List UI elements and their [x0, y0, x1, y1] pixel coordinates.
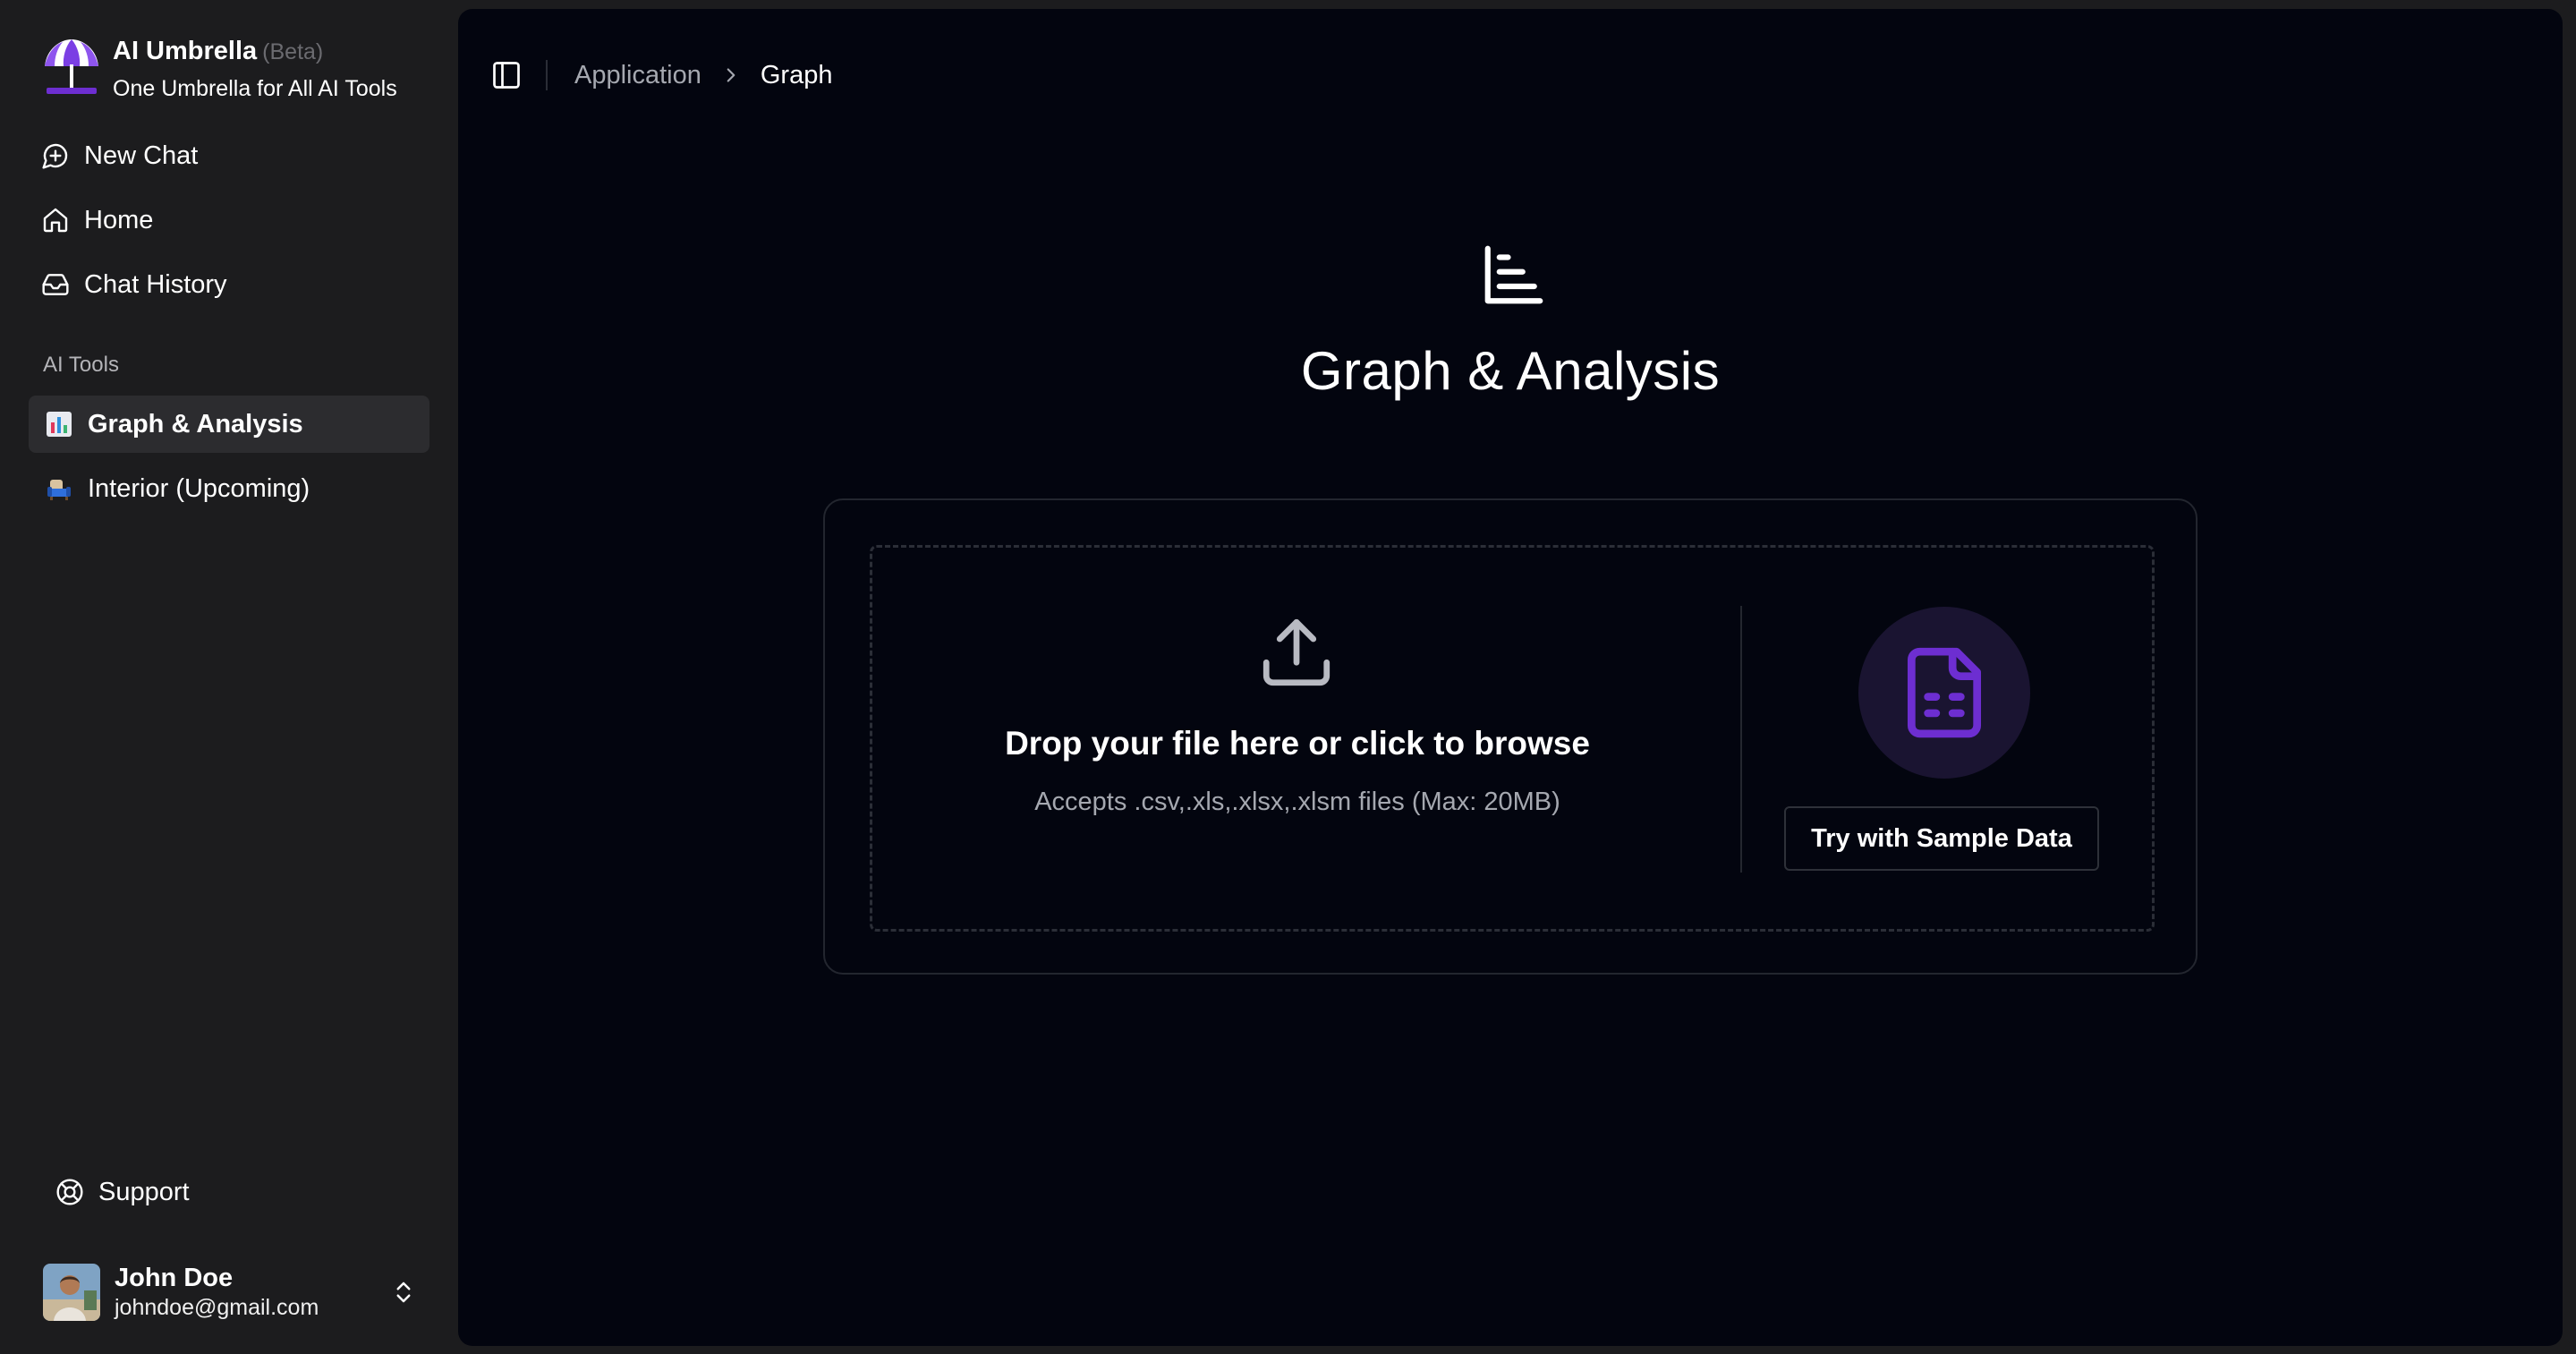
nav-item-chat-history[interactable]: Chat History [29, 252, 429, 317]
sample-file-badge [1858, 607, 2030, 779]
chevrons-up-down-icon[interactable] [390, 1279, 417, 1306]
bar-chart-horizontal-icon [1484, 245, 1543, 304]
nav-item-home[interactable]: Home [29, 188, 429, 252]
nav-item-new-chat[interactable]: New Chat [29, 123, 429, 188]
main-panel: Application Graph Graph & Analysis Drop … [458, 9, 2563, 1346]
umbrella-logo-icon [45, 39, 98, 94]
nav-item-interior[interactable]: Interior (Upcoming) [29, 460, 429, 517]
armchair-emoji-icon [47, 480, 71, 500]
page-title: Graph & Analysis [1300, 341, 1721, 401]
dropzone-subtitle: Accepts .csv,.xls,.xlsx,.xlsm files (Max… [1034, 788, 1560, 816]
nav-item-label: New Chat [84, 141, 199, 170]
file-dropzone[interactable]: Drop your file here or click to browse A… [870, 545, 2155, 932]
top-bar: Application Graph [490, 52, 832, 98]
breadcrumb: Application Graph [574, 61, 832, 90]
user-name: John Doe [115, 1264, 234, 1292]
home-icon [43, 208, 68, 233]
dropzone-title: Drop your file here or click to browse [1005, 725, 1590, 762]
app-root: AI Umbrella (Beta) One Umbrella for All A… [0, 0, 2576, 1354]
file-spreadsheet-icon [1907, 647, 1982, 738]
upload-card: Drop your file here or click to browse A… [823, 498, 2198, 975]
breadcrumb-current: Graph [760, 60, 833, 89]
bar-chart-emoji-icon [47, 412, 72, 437]
sidebar: AI Umbrella (Beta) One Umbrella for All A… [0, 0, 456, 1354]
upload-icon [1262, 618, 1331, 686]
tools-nav: Graph & Analysis Interior (Upcoming) [29, 396, 429, 524]
try-sample-data-button[interactable]: Try with Sample Data [1784, 806, 2099, 871]
brand-tagline: One Umbrella for All AI Tools [113, 76, 397, 101]
nav-item-graph-analysis[interactable]: Graph & Analysis [29, 396, 429, 453]
avatar [43, 1264, 100, 1321]
support-link[interactable]: Support [43, 1165, 437, 1219]
brand[interactable]: AI Umbrella (Beta) One Umbrella for All A… [39, 36, 397, 105]
ai-tools-section-label: AI Tools [43, 353, 119, 377]
lifebuoy-icon [56, 1179, 83, 1205]
chevron-right-icon [727, 68, 735, 82]
nav-item-label: Chat History [84, 269, 227, 299]
inbox-icon [42, 274, 69, 295]
nav-item-label: Home [84, 205, 154, 234]
dropzone-divider [1740, 606, 1742, 873]
beta-badge: (Beta) [262, 39, 324, 64]
user-email: johndoe@gmail.com [115, 1295, 319, 1320]
support-label: Support [98, 1177, 190, 1206]
brand-name: AI Umbrella [113, 37, 258, 65]
nav-item-label: Graph & Analysis [88, 409, 303, 439]
message-plus-icon [42, 143, 68, 169]
user-menu[interactable]: John Doe johndoe@gmail.com [43, 1258, 422, 1326]
breadcrumb-application[interactable]: Application [574, 61, 701, 90]
sidebar-toggle-icon[interactable] [490, 59, 523, 91]
nav-item-label: Interior (Upcoming) [88, 473, 310, 503]
topbar-divider [546, 60, 548, 90]
main-nav: New Chat Home Chat History [29, 123, 429, 317]
